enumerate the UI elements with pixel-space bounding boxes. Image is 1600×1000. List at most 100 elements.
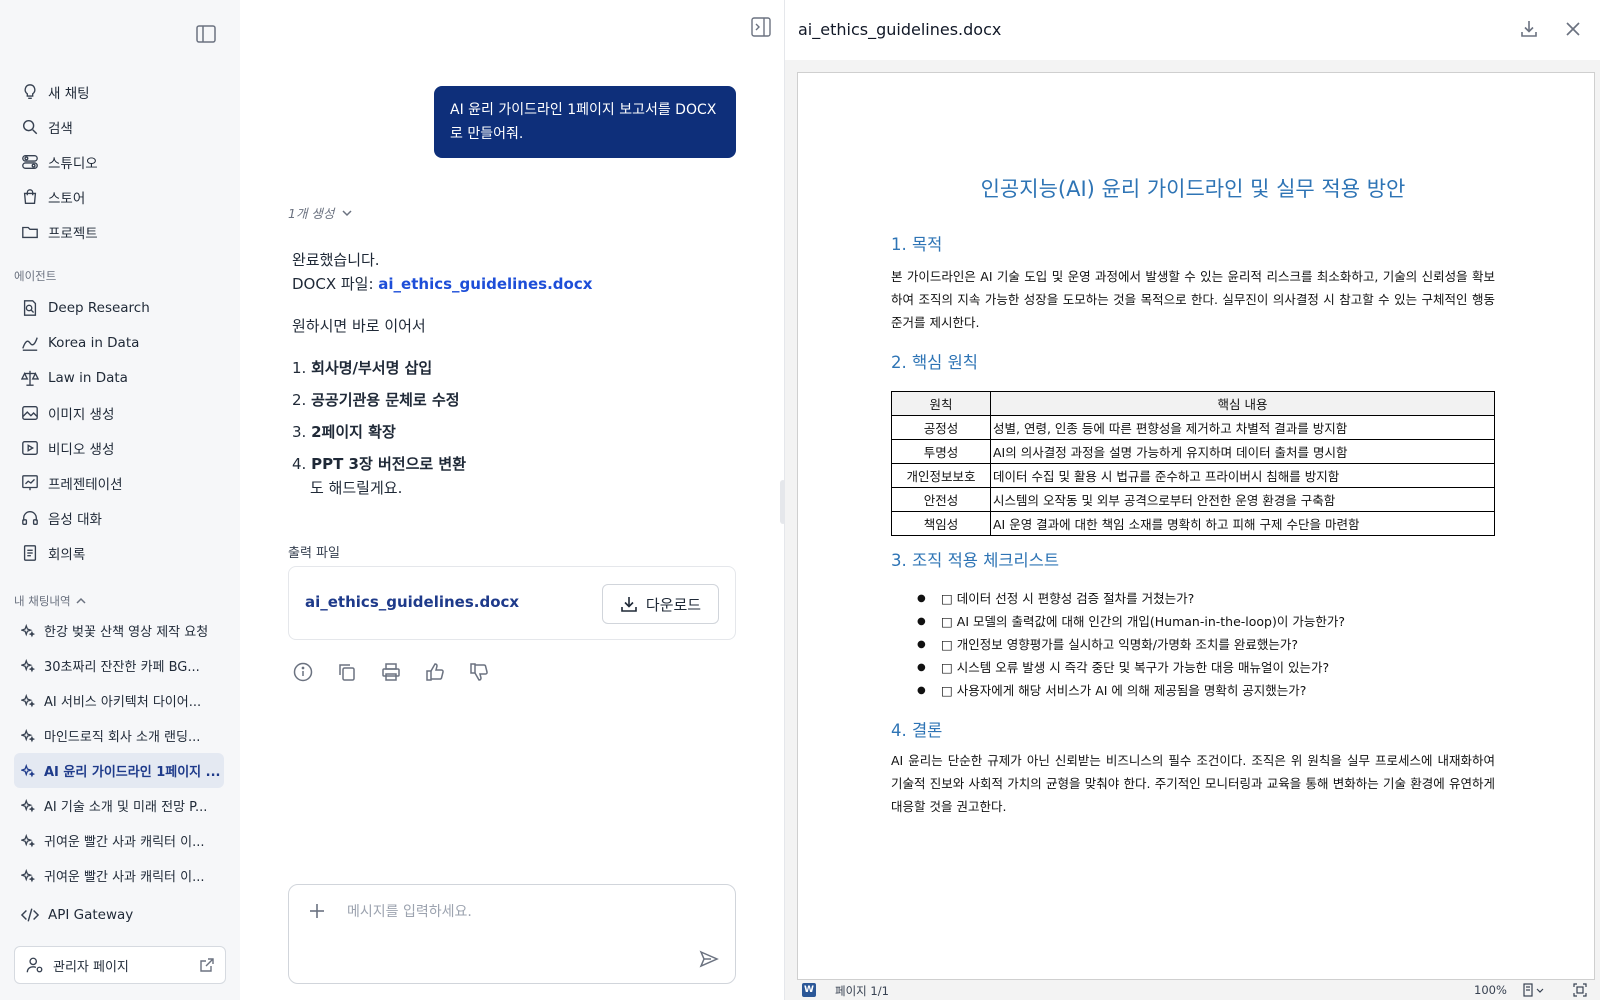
doc-section-heading: 1. 목적 [891, 235, 943, 254]
sparkle-icon [20, 693, 36, 709]
table-row: 책임성 AI 운영 결과에 대한 책임 소재를 명확히 하고 피해 구제 수단을 … [891, 511, 1495, 536]
agent-voice-chat[interactable]: 음성 대화 [14, 500, 224, 535]
studio-label: 스튜디오 [48, 155, 98, 172]
new-chat-item[interactable]: 새 채팅 [14, 74, 224, 109]
api-gateway-row[interactable]: API Gateway [14, 897, 224, 932]
table-cell: AI의 의사결정 과정을 설명 가능하게 유지하며 데이터 출처를 명시함 [990, 439, 1495, 464]
thumbs-up-icon[interactable] [424, 661, 446, 683]
assistant-answer: 완료했습니다. DOCX 파일: ai_ethics_guidelines.do… [292, 248, 732, 500]
table-header: 원칙 [891, 391, 991, 416]
chart-icon [20, 333, 40, 353]
history-item[interactable]: AI 서비스 아키텍처 다이어... [14, 683, 224, 718]
agent-label: 음성 대화 [48, 511, 102, 528]
view-mode-icon[interactable] [1522, 983, 1546, 997]
sparkle-icon [20, 728, 36, 744]
table-header: 핵심 내용 [990, 391, 1495, 416]
fit-page-icon[interactable] [1573, 983, 1587, 997]
message-input[interactable] [347, 901, 677, 923]
notes-icon [20, 543, 40, 563]
download-button[interactable]: 다운로드 [602, 584, 719, 624]
code-icon [20, 905, 40, 925]
checklist-item: □ 개인정보 영향평가를 실시하고 익명화/가명화 조치를 완료했는가? [917, 633, 1487, 656]
agent-deep-research[interactable]: Deep Research [14, 290, 224, 325]
option-num: 4. [292, 455, 312, 473]
history-item-active[interactable]: AI 윤리 가이드라인 1페이지 ... [14, 753, 224, 788]
agent-law-in-data[interactable]: Law in Data [14, 360, 224, 395]
sidebar-collapse-icon[interactable] [196, 25, 216, 43]
search-item[interactable]: 검색 [14, 109, 224, 144]
close-icon[interactable] [1563, 19, 1585, 41]
search-doc-icon [20, 298, 40, 318]
copy-icon[interactable] [336, 661, 358, 683]
document-page[interactable]: 인공지능(AI) 윤리 가이드라인 및 실무 적용 방안 1. 목적 본 가이드… [797, 72, 1595, 980]
option-num: 1. [292, 359, 312, 377]
answer-line: 완료했습니다. [292, 251, 380, 269]
folder-icon [20, 222, 40, 242]
history-item[interactable]: 귀여운 빨간 사과 캐릭터 이... [14, 823, 224, 858]
history-item[interactable]: 30초짜리 잔잔한 카페 BG... [14, 648, 224, 683]
history-item[interactable]: AI 기술 소개 및 미래 전망 P... [14, 788, 224, 823]
project-item[interactable]: 프로젝트 [14, 214, 224, 249]
file-link[interactable]: ai_ethics_guidelines.docx [378, 275, 592, 293]
option-list: 1. 회사명/부서명 삽입 2. 공공기관용 문체로 수정 3. 2페이지 확장… [292, 352, 732, 480]
principles-table: 원칙 핵심 내용 공정성 성별, 연령, 인종 등에 따른 편향성을 제거하고 차… [891, 391, 1495, 536]
sparkle-icon [20, 623, 36, 639]
file-prefix: DOCX 파일: [292, 275, 379, 293]
agent-presentation[interactable]: 프레젠테이션 [14, 465, 224, 500]
agent-label: Deep Research [48, 299, 150, 316]
doc-paragraph: AI 윤리는 단순한 규제가 아닌 신뢰받는 비즈니스의 필수 조건이다. 조직… [891, 753, 1495, 814]
send-icon[interactable] [699, 949, 719, 969]
checklist-item: □ 사용자에게 해당 서비스가 AI 에 의해 제공됨을 명확히 공지했는가? [917, 679, 1487, 702]
chat-pane: AI 윤리 가이드라인 1페이지 보고서를 DOCX로 만들어줘. 1개 생성 … [240, 0, 784, 1000]
message-actions [292, 661, 512, 683]
agent-meeting-notes[interactable]: 회의록 [14, 535, 224, 570]
info-icon[interactable] [292, 661, 314, 683]
table-cell: 개인정보보호 [891, 463, 991, 488]
table-header-row: 원칙 핵심 내용 [891, 391, 1495, 416]
agent-video-generation[interactable]: 비디오 생성 [14, 430, 224, 465]
option-text: 2페이지 확장 [311, 423, 396, 441]
history-item-label: 귀여운 빨간 사과 캐릭터 이... [44, 835, 205, 850]
table-row: 투명성 AI의 의사결정 과정을 설명 가능하게 유지하며 데이터 출처를 명시함 [891, 439, 1495, 464]
store-item[interactable]: 스토어 [14, 179, 224, 214]
history-item[interactable]: 마인드로직 회사 소개 랜딩... [14, 718, 224, 753]
checklist-item: □ 시스템 오류 발생 시 즉각 중단 및 복구가 가능한 대응 매뉴얼이 있는… [917, 656, 1487, 679]
table-cell: 성별, 연령, 인종 등에 따른 편향성을 제거하고 차별적 결과를 방지함 [990, 415, 1495, 440]
history-item[interactable]: 한강 벚꽃 산책 영상 제작 요청 [14, 613, 224, 648]
print-icon[interactable] [380, 661, 402, 683]
table-cell: 안전성 [891, 487, 991, 512]
option-text: 회사명/부서명 삽입 [311, 359, 433, 377]
history-heading[interactable]: 내 채팅내역 [14, 593, 86, 609]
agent-korea-in-data[interactable]: Korea in Data [14, 325, 224, 360]
output-file-name[interactable]: ai_ethics_guidelines.docx [305, 593, 519, 611]
studio-item[interactable]: 스튜디오 [14, 144, 224, 179]
checklist: □ 데이터 선정 시 편향성 검증 절차를 거쳤는가? □ AI 모델의 출력값… [917, 587, 1487, 702]
search-icon [20, 117, 40, 137]
option-item: 3. 2페이지 확장 [292, 416, 732, 448]
zoom-level[interactable]: 100% [1474, 983, 1507, 997]
panel-toggle-icon[interactable] [751, 17, 771, 37]
option-text: PPT 3장 버전으로 변환 [311, 455, 467, 473]
user-settings-icon [25, 955, 45, 975]
api-gateway-item[interactable]: API Gateway [14, 897, 224, 932]
output-file-label: 출력 파일 [288, 546, 340, 561]
history-item[interactable]: 귀여운 빨간 사과 캐릭터 이... [14, 858, 224, 883]
history-heading-label: 내 채팅내역 [14, 594, 71, 608]
document-viewer: ai_ethics_guidelines.docx 인공지능(AI) 윤리 가이… [784, 0, 1600, 1000]
chat-history-list[interactable]: 한강 벚꽃 산책 영상 제작 요청 30초짜리 잔잔한 카페 BG... AI … [14, 613, 224, 883]
message-composer [288, 884, 736, 984]
history-item-label: AI 기술 소개 및 미래 전망 P... [44, 800, 208, 815]
add-attachment-icon[interactable] [307, 901, 327, 921]
generation-toggle[interactable]: 1개 생성 [288, 203, 352, 222]
table-cell: AI 운영 결과에 대한 책임 소재를 명확히 하고 피해 구제 수단을 마련함 [990, 511, 1495, 536]
admin-page-label: 관리자 페이지 [53, 959, 129, 975]
checklist-item: □ AI 모델의 출력값에 대해 인간의 개입(Human-in-the-loo… [917, 610, 1487, 633]
presentation-icon [20, 473, 40, 493]
agent-image-generation[interactable]: 이미지 생성 [14, 395, 224, 430]
answer-file-line: DOCX 파일: ai_ethics_guidelines.docx [292, 272, 732, 296]
thumbs-down-icon[interactable] [468, 661, 490, 683]
api-gateway-label: API Gateway [48, 906, 134, 923]
download-icon[interactable] [1519, 19, 1541, 41]
table-row: 공정성 성별, 연령, 인종 등에 따른 편향성을 제거하고 차별적 결과를 방지… [891, 415, 1495, 440]
admin-page-button[interactable]: 관리자 페이지 [14, 946, 226, 984]
